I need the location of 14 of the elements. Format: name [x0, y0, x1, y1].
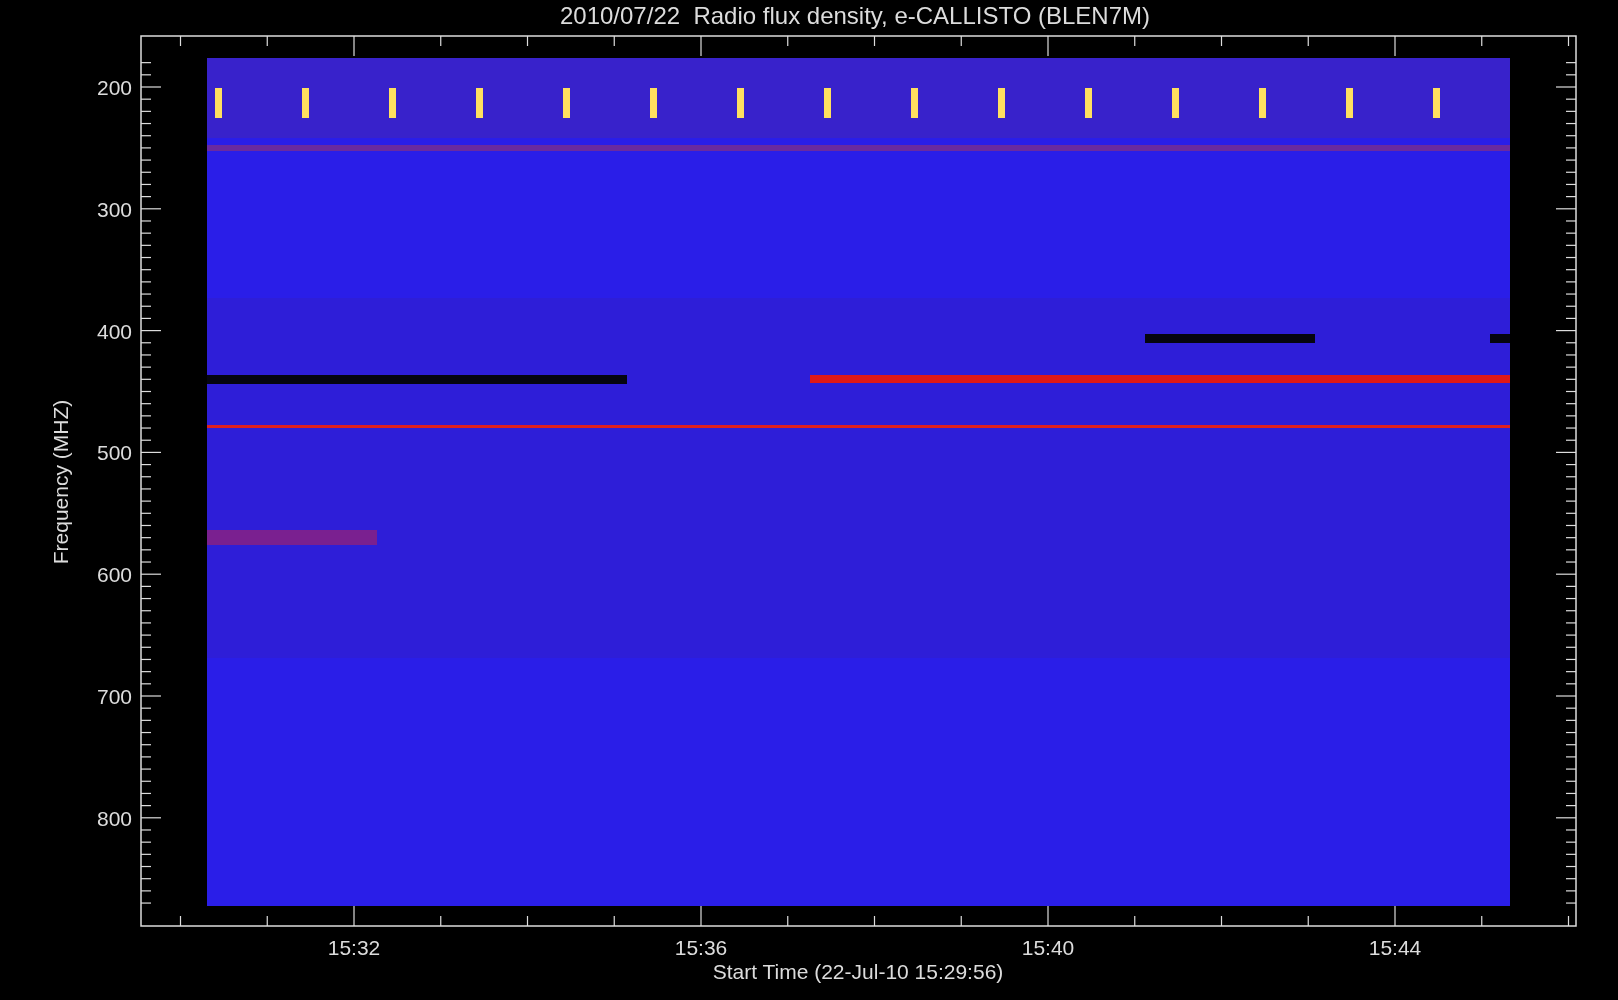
axis-tick-label: 15:40	[1021, 936, 1075, 959]
chart-title: 2010/07/22 Radio flux density, e-CALLISTO (BLEN7M)	[559, 2, 1151, 29]
axis-tick-label: 15:44	[1368, 936, 1422, 959]
axis-tick-label: 500	[96, 441, 132, 465]
axis-tick-label: 15:32	[327, 936, 381, 959]
axis-title: Frequency (MHZ)	[49, 399, 72, 565]
axis-tick-label: 600	[96, 563, 132, 587]
axis-tick-label: 700	[96, 685, 132, 708]
axis-title: Start Time (22-Jul-10 15:29:56)	[712, 960, 1004, 983]
axis-tick-label: 200	[96, 76, 132, 99]
axis-tick-label: 800	[96, 806, 132, 830]
axis-tick-label: 400	[96, 319, 132, 343]
axis-tick-label: 15:36	[674, 936, 728, 959]
axis-tick-label: 300	[96, 197, 132, 221]
